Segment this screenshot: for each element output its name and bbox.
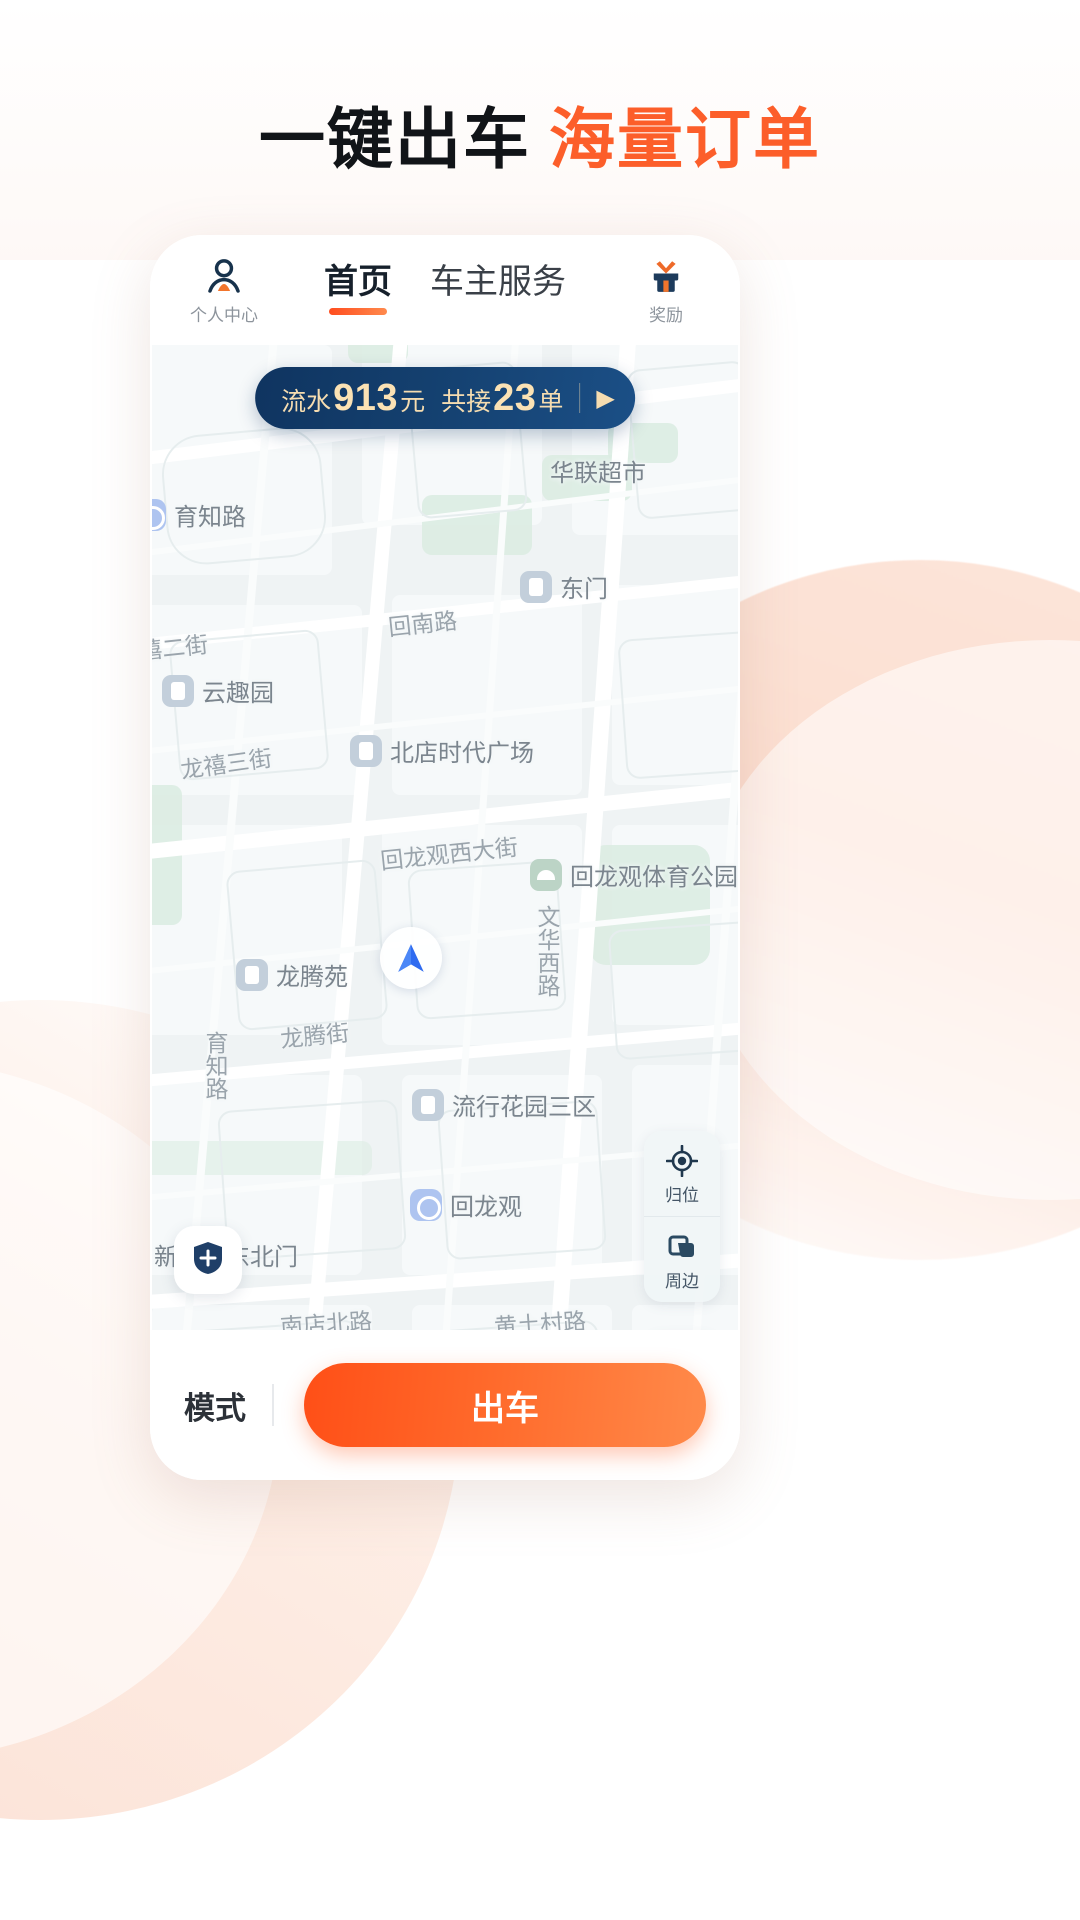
tab-home[interactable]: 首页	[324, 265, 392, 315]
mode-button[interactable]: 模式	[184, 1383, 276, 1428]
app-bottom-bar: 模式 出车	[150, 1330, 740, 1480]
headline-part-1: 一键出车	[259, 102, 531, 176]
chevron-right-icon[interactable]: ▶	[596, 384, 620, 413]
map-label: 东门	[520, 569, 608, 604]
bottom-divider	[272, 1384, 274, 1426]
orders-label: 共接	[441, 382, 491, 418]
recenter-icon	[666, 1145, 698, 1182]
reward-entry[interactable]: 奖励	[618, 256, 714, 324]
poi-pin-icon	[236, 959, 268, 991]
nearby-icon	[666, 1231, 698, 1268]
nav-tabs: 首页 车主服务	[272, 235, 618, 345]
map-label: 文华西路	[530, 905, 564, 997]
map-label: 龙腾街	[278, 1013, 350, 1054]
poi-pin-icon	[350, 735, 382, 767]
reward-label: 奖励	[649, 307, 683, 324]
start-driving-button[interactable]: 出车	[304, 1363, 706, 1447]
orders-stat: 共接23单	[441, 377, 563, 420]
profile-label: 个人中心	[190, 307, 258, 324]
poi-pin-icon	[520, 571, 552, 603]
shield-plus-icon	[190, 1240, 226, 1281]
revenue-value: 913	[333, 377, 398, 420]
app-top-nav: 个人中心 首页 车主服务 奖励	[150, 235, 740, 345]
mode-label: 模式	[184, 1383, 246, 1428]
navigation-arrow-icon	[380, 927, 442, 989]
map-label: 回龙观体育公园	[530, 857, 738, 892]
orders-unit: 单	[538, 382, 563, 418]
orders-value: 23	[493, 377, 536, 420]
headline-part-2: 海量订单	[549, 102, 821, 176]
map-label: 云趣园	[162, 673, 274, 708]
earnings-summary-pill[interactable]: 流水913元 共接23单 ▶	[255, 367, 635, 429]
metro-pin-icon	[152, 499, 166, 531]
safety-button[interactable]	[174, 1226, 242, 1294]
metro-pin-icon	[410, 1189, 442, 1221]
park-pin-icon	[530, 859, 562, 891]
profile-entry[interactable]: 个人中心	[176, 256, 272, 324]
poi-pin-icon	[412, 1089, 444, 1121]
recenter-label: 归位	[665, 1187, 699, 1204]
nearby-button[interactable]: 周边	[644, 1216, 720, 1302]
map-control-group-primary: 归位 周边	[644, 1131, 720, 1302]
revenue-label: 流水	[281, 382, 331, 418]
map-label: 育知路	[198, 1031, 232, 1100]
poi-pin-icon	[162, 675, 194, 707]
map-label: 北店时代广场	[350, 733, 534, 768]
map-label: 流行花园三区	[412, 1087, 596, 1122]
map-label: 育知路	[152, 497, 246, 532]
recenter-button[interactable]: 归位	[644, 1131, 720, 1216]
map-label: 华联超市	[550, 453, 646, 488]
phone-mockup: 个人中心 首页 车主服务 奖励	[150, 235, 740, 1480]
nearby-label: 周边	[665, 1273, 699, 1290]
gift-icon	[645, 256, 687, 303]
pill-divider	[579, 383, 580, 413]
map-view[interactable]: 育知路 华联超市 东门 回南路 龙禧二街 云趣园 龙禧三街	[152, 345, 738, 1330]
map-label: 回南路	[386, 601, 458, 642]
revenue-unit: 元	[400, 382, 425, 418]
map-label: 回龙观	[410, 1187, 522, 1222]
revenue-stat: 流水913元	[281, 377, 425, 420]
tab-owner-service[interactable]: 车主服务	[430, 265, 566, 315]
person-icon	[203, 256, 245, 303]
page-headline: 一键出车海量订单	[0, 86, 1080, 182]
map-label: 龙腾苑	[236, 957, 348, 992]
